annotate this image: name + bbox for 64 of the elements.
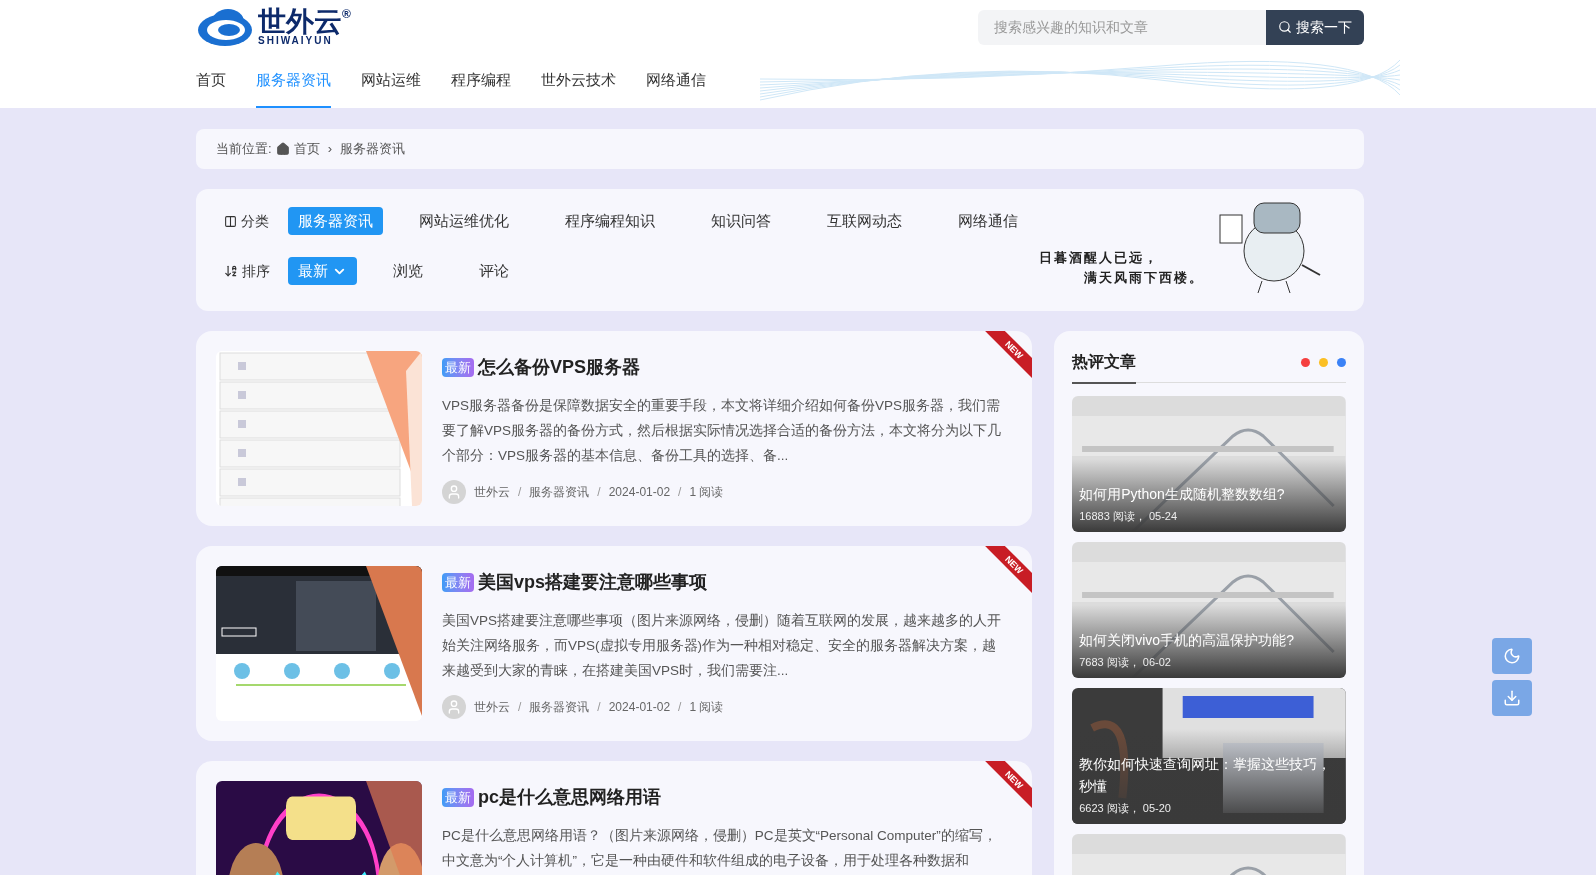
home-icon	[275, 142, 290, 156]
breadcrumb-current: 服务器资讯	[339, 140, 405, 159]
cloud-logo-icon	[196, 6, 254, 48]
search-icon	[1278, 20, 1292, 34]
meta-separator: /	[518, 699, 522, 716]
filter-option[interactable]: 网络通信	[938, 207, 1038, 235]
meta-separator: /	[597, 484, 601, 501]
filter-label: 分类	[241, 211, 269, 231]
article-date: 2024-01-02	[608, 484, 671, 501]
nav-link[interactable]: 世外云技术	[541, 54, 616, 108]
filter-option[interactable]: 知识问答	[691, 207, 791, 235]
breadcrumb-label: 当前位置:	[216, 140, 272, 159]
breadcrumb-separator: ›	[326, 140, 333, 159]
moon-icon	[1503, 647, 1521, 665]
article-views: 1 阅读	[689, 484, 724, 501]
registered-mark: ®	[342, 8, 351, 20]
article-views: 1 阅读	[689, 699, 724, 716]
sidebar-title: 热评文章	[1072, 341, 1137, 384]
logo-name: 世外云	[258, 8, 342, 36]
nav-link[interactable]: 网站运维	[361, 54, 421, 108]
article-category: 服务器资讯	[529, 484, 590, 501]
poem-line: 日暮酒醒人已远，	[1039, 249, 1159, 267]
hot-article-meta: 6623 阅读， 05-20	[1079, 800, 1172, 816]
meta-separator: /	[678, 484, 682, 501]
search-button[interactable]: 搜索一下	[1266, 9, 1364, 45]
article-excerpt: PC是什么意思网络用语？（图片来源网络，侵删）PC是英文“Personal Computer”的缩写，中文意为“个人计算机”，它是一种由硬件和软件组成的电子设备，用于处理各种数据和	[442, 827, 998, 870]
hot-article-meta: 16883 阅读， 05-24	[1079, 508, 1179, 524]
article-date: 2024-01-02	[608, 699, 671, 716]
sort-icon	[224, 264, 238, 278]
meta-separator: /	[597, 699, 601, 716]
nav-link[interactable]: 程序编程	[451, 54, 511, 108]
article-excerpt: VPS服务器备份是保障数据安全的重要手段，本文将详细介绍如何备份VPS服务器，我们需要了解VPS服务器的备份方式，然后根据实际情况选择合适的备份方法，本文将分为以下几个部分：VPS服务器的基本信息、备份工具的选择、备...	[442, 397, 1002, 465]
hot-article-meta: 7683 阅读， 06-02	[1079, 654, 1172, 670]
filter-option[interactable]: 程序编程知识	[545, 207, 675, 235]
poem-line: 满天风雨下西楼。	[1084, 268, 1204, 287]
breadcrumb-link[interactable]: 首页	[293, 139, 320, 159]
avatar-icon	[442, 480, 466, 504]
article-author: 世外云	[474, 699, 510, 716]
filter-option[interactable]: 网站运维优化	[399, 207, 529, 235]
download-button[interactable]	[1492, 680, 1532, 716]
article-title[interactable]: 怎么备份VPS服务器	[478, 354, 641, 381]
article-title[interactable]: 美国vps搭建要注意哪些事项	[478, 569, 708, 596]
article-title[interactable]: pc是什么意思网络用语	[478, 784, 661, 811]
filter-option[interactable]: 浏览	[373, 257, 443, 285]
nav-link[interactable]: 网络通信	[646, 54, 706, 108]
article-author: 世外云	[474, 484, 510, 501]
meta-separator: /	[678, 699, 682, 716]
new-badge: 最新	[442, 787, 474, 808]
filter-label: 排序	[242, 261, 270, 281]
article-excerpt: 美国VPS搭建要注意哪些事项（图片来源网络，侵删）随着互联网的发展，越来越多的人开始关注网络服务，而VPS(虚拟专用服务器)作为一种相对稳定、安全的服务器解决方案，越来越受到大家的青睐，在搭建美国VPS时，我们需要注...	[442, 612, 1002, 680]
nav-link[interactable]: 首页	[196, 54, 226, 108]
search-field[interactable]: 搜索感兴趣的知识和文章	[978, 9, 1266, 45]
hot-article-title[interactable]: 教你如何快速查询网址：掌握这些技巧，秒懂	[1079, 752, 1339, 797]
download-icon	[1503, 689, 1521, 707]
filter-option[interactable]: 评论	[459, 257, 529, 285]
logo-subtitle: SHIWAIYUN	[258, 36, 333, 46]
new-badge: 最新	[442, 572, 474, 593]
new-badge: 最新	[442, 357, 474, 378]
filter-option[interactable]: 互联网动态	[807, 207, 922, 235]
avatar-icon	[442, 695, 466, 719]
columns-icon	[224, 214, 237, 228]
meta-separator: /	[518, 484, 522, 501]
dark-mode-button[interactable]	[1492, 638, 1532, 674]
article-category: 服务器资讯	[529, 699, 590, 716]
